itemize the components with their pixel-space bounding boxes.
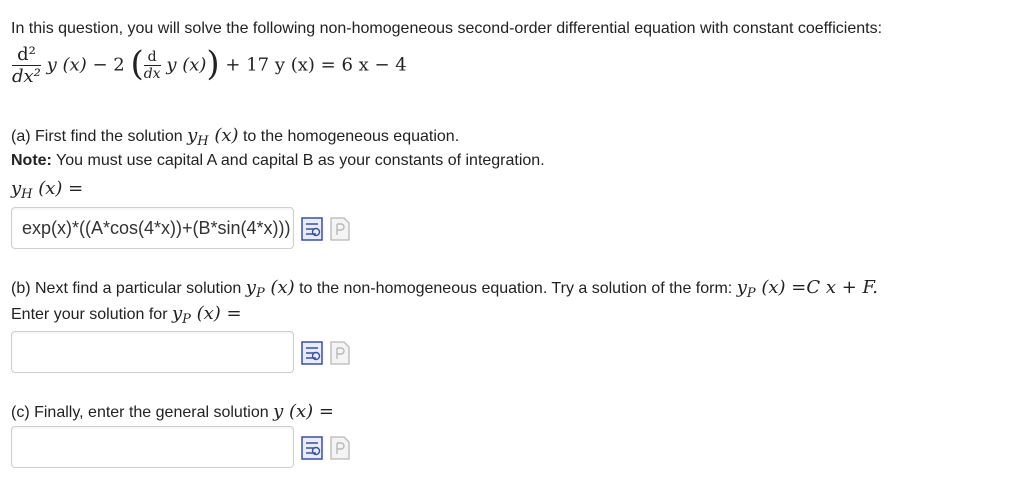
- equation-editor-icon[interactable]: [301, 436, 323, 460]
- part-b-prompt: (b) Next find a particular solution yP (…: [11, 277, 878, 301]
- part-b-enter-label: Enter your solution for yP (x) =: [11, 303, 242, 327]
- yp-symbol: yP (x): [245, 277, 295, 301]
- yh-symbol: yH (x): [187, 125, 239, 149]
- equation-editor-icon[interactable]: [301, 217, 323, 241]
- part-b-answer-input[interactable]: [11, 331, 294, 373]
- eq-right-paren: ): [206, 43, 220, 84]
- eq-left-paren: (: [130, 43, 144, 84]
- eq-y-of-x: y (x): [46, 54, 87, 76]
- preview-icon[interactable]: [329, 341, 351, 365]
- part-a-lhs: yH (x) =: [11, 178, 84, 202]
- eq-rhs: + 17 y (x) = 6 x − 4: [225, 54, 407, 76]
- part-c-prompt: (c) Finally, enter the general solution …: [11, 401, 334, 422]
- note-label: Note:: [11, 152, 52, 169]
- part-c-answer-input[interactable]: [11, 426, 294, 468]
- preview-icon[interactable]: [329, 217, 351, 241]
- general-solution-lhs: y (x) =: [273, 401, 334, 422]
- part-a-note: Note: You must use capital A and capital…: [11, 152, 545, 169]
- question-intro: In this question, you will solve the fol…: [11, 20, 883, 37]
- differential-equation: d² dx² y (x) − 2 ( d dx y (x)) + 17 y (x…: [12, 44, 407, 87]
- part-a-prompt: (a) First find the solution yH (x) to th…: [11, 125, 460, 149]
- eq-minus-two: − 2: [92, 54, 125, 76]
- eq-y-of-x-2: y (x): [166, 54, 207, 76]
- part-a-answer-input[interactable]: [11, 207, 294, 249]
- first-derivative-operator: d dx: [143, 49, 161, 82]
- trial-form: yP (x) =C x + F.: [736, 277, 878, 301]
- equation-editor-icon[interactable]: [301, 341, 323, 365]
- second-derivative-operator: d² dx²: [12, 44, 41, 87]
- preview-icon[interactable]: [329, 436, 351, 460]
- yp-symbol-2: yP (x) =: [171, 303, 242, 327]
